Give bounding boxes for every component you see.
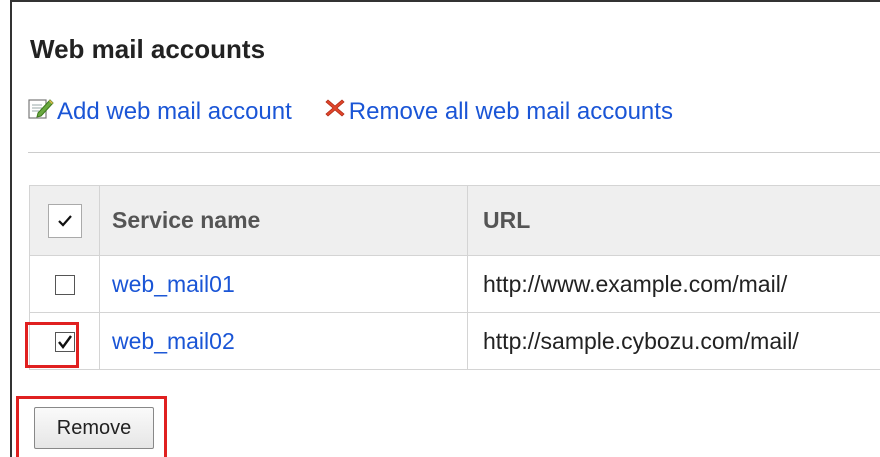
- service-name-link[interactable]: web_mail02: [112, 328, 235, 354]
- service-name-link[interactable]: web_mail01: [112, 271, 235, 297]
- url-text: http://sample.cybozu.com/mail/: [483, 327, 799, 354]
- red-x-icon: [324, 97, 349, 127]
- accounts-table: Service name URL web_mail01 http://www.e…: [29, 185, 880, 370]
- column-header-service-name[interactable]: Service name: [99, 185, 468, 256]
- row-check-cell: [29, 312, 100, 370]
- edit-pencil-icon: [28, 97, 57, 127]
- url-cell: http://sample.cybozu.com/mail/: [467, 312, 880, 370]
- checkmark-icon: [57, 335, 72, 350]
- select-all-cell: [29, 185, 100, 256]
- action-bar: Add web mail account Remove all web mail…: [28, 97, 705, 127]
- url-cell: http://www.example.com/mail/: [467, 255, 880, 313]
- page-title: Web mail accounts: [30, 34, 266, 64]
- service-name-cell: web_mail01: [99, 255, 468, 313]
- remove-button[interactable]: Remove: [34, 407, 154, 449]
- row-checkbox[interactable]: [54, 332, 75, 353]
- row-checkbox[interactable]: [54, 275, 75, 296]
- remove-all-web-mail-accounts-link[interactable]: Remove all web mail accounts: [324, 97, 673, 127]
- add-web-mail-account-link[interactable]: Add web mail account: [28, 97, 292, 127]
- service-name-cell: web_mail02: [99, 312, 468, 370]
- select-all-checkbox[interactable]: [47, 203, 82, 238]
- add-link-label: Add web mail account: [57, 98, 292, 125]
- table-row: web_mail02 http://sample.cybozu.com/mail…: [29, 312, 880, 370]
- table-row: web_mail01 http://www.example.com/mail/: [29, 255, 880, 313]
- table-header-row: Service name URL: [29, 185, 880, 256]
- row-check-cell: [29, 255, 100, 313]
- checkmark-icon: [57, 214, 72, 227]
- remove-all-link-label: Remove all web mail accounts: [348, 98, 673, 125]
- url-text: http://www.example.com/mail/: [483, 270, 788, 297]
- screen-frame: Web mail accounts Add web mail account R…: [10, 0, 880, 457]
- column-header-url[interactable]: URL: [467, 185, 880, 256]
- divider: [28, 152, 880, 153]
